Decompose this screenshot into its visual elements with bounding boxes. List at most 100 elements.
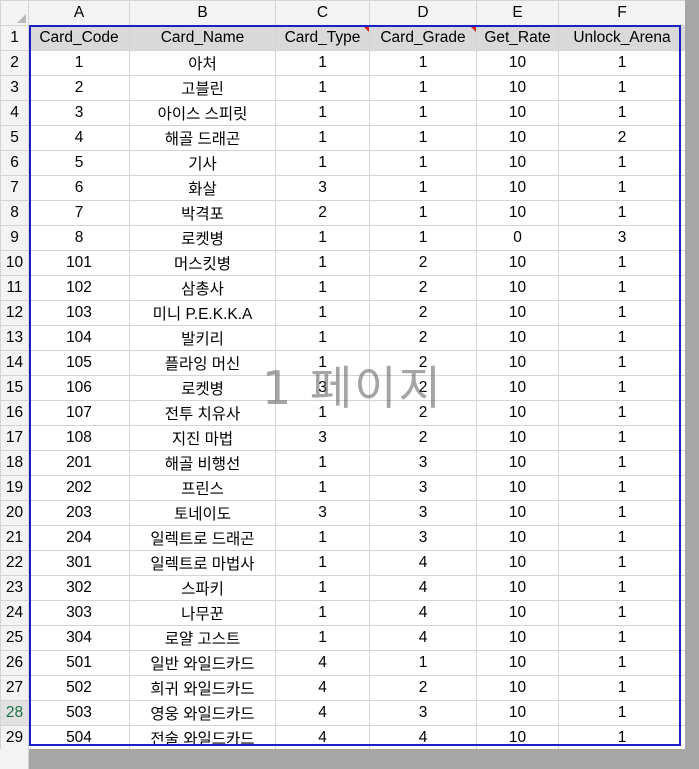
cell-card-type[interactable]: 1: [275, 125, 370, 151]
cell-unlock-arena[interactable]: 1: [558, 725, 686, 751]
cell-get-rate[interactable]: 10: [476, 650, 559, 676]
cell-unlock-arena[interactable]: 1: [558, 500, 686, 526]
cell-card-type[interactable]: 1: [275, 575, 370, 601]
row-header[interactable]: 4: [0, 100, 29, 126]
cell-get-rate[interactable]: 10: [476, 700, 559, 726]
cell-unlock-arena[interactable]: 1: [558, 400, 686, 426]
cell-card-name[interactable]: 플라잉 머신: [129, 350, 276, 376]
cell-card-name[interactable]: 아처: [129, 50, 276, 76]
cell-get-rate[interactable]: 10: [476, 150, 559, 176]
cell-get-rate[interactable]: 10: [476, 500, 559, 526]
row-header[interactable]: 14: [0, 350, 29, 376]
cell-card-code[interactable]: 6: [28, 175, 130, 201]
cell-card-code[interactable]: 3: [28, 100, 130, 126]
cell-get-rate[interactable]: 10: [476, 50, 559, 76]
cell-card-type[interactable]: 4: [275, 675, 370, 701]
row-header[interactable]: 18: [0, 450, 29, 476]
cell-card-code[interactable]: 108: [28, 425, 130, 451]
row-header[interactable]: 5: [0, 125, 29, 151]
cell-card-code[interactable]: 203: [28, 500, 130, 526]
cell-unlock-arena[interactable]: 1: [558, 550, 686, 576]
cell-get-rate[interactable]: 0: [476, 225, 559, 251]
cell-card-name[interactable]: 아이스 스피릿: [129, 100, 276, 126]
cell-unlock-arena[interactable]: 1: [558, 275, 686, 301]
cell-unlock-arena[interactable]: 1: [558, 575, 686, 601]
row-header[interactable]: 6: [0, 150, 29, 176]
cell-card-name[interactable]: 일렉트로 드래곤: [129, 525, 276, 551]
cell-card-grade[interactable]: 2: [369, 250, 477, 276]
cell-card-type[interactable]: 4: [275, 725, 370, 751]
header-cell-unlock-arena[interactable]: Unlock_Arena: [558, 25, 686, 51]
cell-card-grade[interactable]: 3: [369, 700, 477, 726]
header-cell-card-grade[interactable]: Card_Grade: [369, 25, 477, 51]
cell-card-code[interactable]: 1: [28, 50, 130, 76]
cell-card-name[interactable]: 희귀 와일드카드: [129, 675, 276, 701]
cell-card-name[interactable]: 일렉트로 마법사: [129, 550, 276, 576]
cell-unlock-arena[interactable]: 1: [558, 625, 686, 651]
cell-unlock-arena[interactable]: 1: [558, 600, 686, 626]
cell-card-code[interactable]: 302: [28, 575, 130, 601]
cell-card-grade[interactable]: 1: [369, 175, 477, 201]
cell-card-type[interactable]: 1: [275, 50, 370, 76]
cell-card-type[interactable]: 4: [275, 700, 370, 726]
cell-card-name[interactable]: 해골 드래곤: [129, 125, 276, 151]
row-header[interactable]: 15: [0, 375, 29, 401]
cell-unlock-arena[interactable]: 1: [558, 350, 686, 376]
cell-card-grade[interactable]: 3: [369, 500, 477, 526]
cell-get-rate[interactable]: 10: [476, 275, 559, 301]
cell-get-rate[interactable]: 10: [476, 725, 559, 751]
cell-unlock-arena[interactable]: 1: [558, 150, 686, 176]
row-header[interactable]: 11: [0, 275, 29, 301]
cell-card-grade[interactable]: 1: [369, 225, 477, 251]
row-header[interactable]: 22: [0, 550, 29, 576]
cell-card-type[interactable]: 1: [275, 525, 370, 551]
cell-card-type[interactable]: 1: [275, 275, 370, 301]
row-header[interactable]: 28: [0, 700, 29, 726]
cell-get-rate[interactable]: 10: [476, 575, 559, 601]
column-header-e[interactable]: E: [476, 0, 559, 26]
cell-get-rate[interactable]: 10: [476, 550, 559, 576]
row-header[interactable]: 9: [0, 225, 29, 251]
row-header[interactable]: 1: [0, 25, 29, 51]
cell-card-grade[interactable]: 2: [369, 425, 477, 451]
cell-card-type[interactable]: 1: [275, 450, 370, 476]
row-header[interactable]: 26: [0, 650, 29, 676]
cell-card-name[interactable]: 머스킷병: [129, 250, 276, 276]
cell-card-grade[interactable]: 1: [369, 75, 477, 101]
cell-card-code[interactable]: 106: [28, 375, 130, 401]
cell-card-name[interactable]: 기사: [129, 150, 276, 176]
cell-get-rate[interactable]: 10: [476, 300, 559, 326]
cell-card-grade[interactable]: 1: [369, 50, 477, 76]
cell-card-grade[interactable]: 1: [369, 150, 477, 176]
header-cell-get-rate[interactable]: Get_Rate: [476, 25, 559, 51]
cell-unlock-arena[interactable]: 3: [558, 225, 686, 251]
column-header-f[interactable]: F: [558, 0, 686, 26]
cell-get-rate[interactable]: 10: [476, 100, 559, 126]
cell-card-grade[interactable]: 4: [369, 625, 477, 651]
cell-unlock-arena[interactable]: 1: [558, 250, 686, 276]
cell-card-grade[interactable]: 1: [369, 125, 477, 151]
cell-get-rate[interactable]: 10: [476, 625, 559, 651]
cell-card-grade[interactable]: 1: [369, 200, 477, 226]
row-header[interactable]: 7: [0, 175, 29, 201]
cell-unlock-arena[interactable]: 1: [558, 75, 686, 101]
cell-card-grade[interactable]: 4: [369, 550, 477, 576]
cell-get-rate[interactable]: 10: [476, 125, 559, 151]
cell-get-rate[interactable]: 10: [476, 525, 559, 551]
cell-card-name[interactable]: 프린스: [129, 475, 276, 501]
cell-card-type[interactable]: 2: [275, 200, 370, 226]
cell-card-type[interactable]: 1: [275, 475, 370, 501]
row-header[interactable]: 17: [0, 425, 29, 451]
row-header[interactable]: 27: [0, 675, 29, 701]
cell-card-name[interactable]: 발키리: [129, 325, 276, 351]
cell-card-code[interactable]: 303: [28, 600, 130, 626]
cell-get-rate[interactable]: 10: [476, 675, 559, 701]
cell-card-name[interactable]: 스파키: [129, 575, 276, 601]
cell-card-type[interactable]: 3: [275, 375, 370, 401]
cell-card-grade[interactable]: 2: [369, 350, 477, 376]
cell-card-grade[interactable]: 3: [369, 525, 477, 551]
cell-get-rate[interactable]: 10: [476, 75, 559, 101]
cell-card-code[interactable]: 304: [28, 625, 130, 651]
cell-card-name[interactable]: 전술 와일드카드: [129, 725, 276, 751]
cell-get-rate[interactable]: 10: [476, 450, 559, 476]
